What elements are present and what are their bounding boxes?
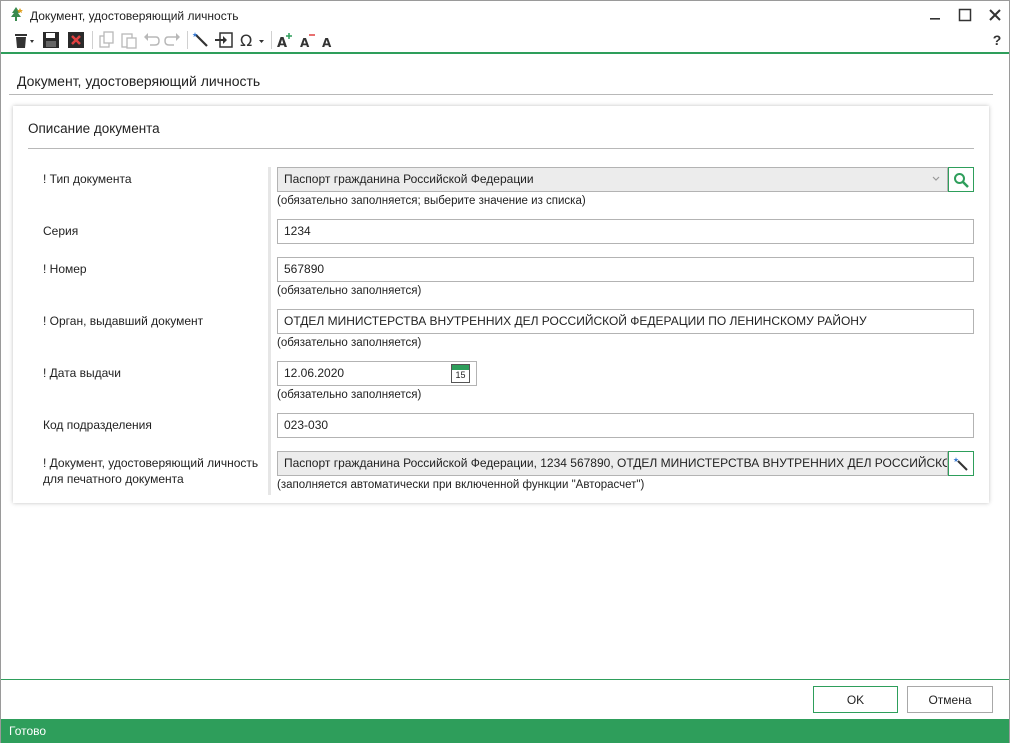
import-icon: [215, 32, 233, 48]
font-increase-icon: A: [277, 33, 292, 49]
ok-button[interactable]: OK: [813, 686, 898, 713]
toolbar: Ω A A A ?: [1, 28, 1009, 52]
font-default-icon: A: [322, 36, 332, 49]
issue-date-value: 12.06.2020: [284, 366, 345, 380]
issue-date-hint: (обязательно заполняется): [277, 389, 422, 401]
copy-button[interactable]: [97, 29, 117, 51]
print-doc-label: ! Документ, удостоверяющий личность для …: [43, 455, 258, 487]
calendar-icon[interactable]: 15: [451, 364, 470, 383]
minimize-icon: [930, 18, 940, 20]
chevron-down-icon[interactable]: [931, 168, 941, 191]
title-bar: Документ, удостоверяющий личность: [1, 1, 1009, 29]
save-button[interactable]: [41, 29, 61, 51]
issuer-hint: (обязательно заполняется): [277, 337, 422, 349]
save-close-icon: [68, 32, 84, 48]
font-decrease-icon: A: [300, 34, 315, 49]
save-close-button[interactable]: [66, 29, 86, 51]
calendar-day: 15: [455, 370, 466, 380]
toolbar-accent-line: [1, 52, 1009, 54]
minimize-button[interactable]: [921, 3, 949, 27]
series-label: Серия: [43, 224, 79, 238]
special-chars-button[interactable]: Ω: [239, 29, 267, 51]
undo-button[interactable]: [141, 29, 161, 51]
svg-text:A: A: [322, 36, 332, 49]
svg-text:A: A: [300, 36, 310, 49]
svg-text:A: A: [277, 36, 287, 49]
section-title: Описание документа: [28, 121, 160, 136]
trash-dropdown-icon: [15, 34, 34, 48]
print-doc-label-line1: ! Документ, удостоверяющий личность: [43, 456, 259, 470]
maximize-button[interactable]: [951, 3, 979, 27]
search-icon: [954, 172, 969, 188]
app-tree-icon: [7, 6, 25, 24]
issue-date-label: ! Дата выдачи: [43, 366, 121, 380]
svg-text:Ω: Ω: [240, 31, 252, 49]
section-divider: [28, 148, 974, 149]
delete-button[interactable]: [11, 29, 37, 51]
import-button[interactable]: [213, 29, 235, 51]
issue-date-input[interactable]: 12.06.2020 15: [277, 361, 477, 386]
division-code-label: Код подразделения: [43, 418, 152, 432]
issuer-input[interactable]: ОТДЕЛ МИНИСТЕРСТВА ВНУТРЕННИХ ДЕЛ РОССИЙ…: [277, 309, 974, 334]
document-description-panel: Описание документа ! Тип документа Паспо…: [13, 106, 989, 503]
copy-icon: [99, 31, 114, 48]
font-decrease-button[interactable]: A: [297, 29, 317, 51]
redo-icon: [164, 33, 180, 46]
issuer-label: ! Орган, выдавший документ: [43, 314, 204, 328]
omega-dropdown-icon: Ω: [240, 31, 264, 49]
print-doc-hint: (заполняется автоматически при включенно…: [277, 479, 645, 491]
maximize-icon: [958, 8, 972, 22]
magic-wand-icon: [192, 32, 208, 47]
doc-type-label: ! Тип документа: [43, 172, 132, 186]
dialog-window: Документ, удостоверяющий личность Ω A A …: [0, 0, 1010, 743]
cancel-button[interactable]: Отмена: [907, 686, 993, 713]
paste-icon: [121, 33, 137, 49]
undo-icon: [144, 33, 160, 46]
magic-wand-icon: [953, 456, 968, 471]
help-button[interactable]: ?: [989, 29, 1005, 51]
print-doc-input[interactable]: Паспорт гражданина Российской Федерации,…: [277, 451, 948, 476]
doc-type-hint: (обязательно заполняется; выберите значе…: [277, 195, 586, 207]
font-default-button[interactable]: A: [317, 29, 337, 51]
paste-button[interactable]: [119, 29, 139, 51]
division-code-input[interactable]: 023-030: [277, 413, 974, 438]
redo-button[interactable]: [163, 29, 183, 51]
label-column-divider: [268, 167, 271, 495]
page-title: Документ, удостоверяющий личность: [17, 73, 261, 89]
save-disk-icon: [43, 32, 59, 48]
print-doc-autocalc-button[interactable]: [948, 451, 974, 476]
autocalc-button[interactable]: [191, 29, 211, 51]
series-input[interactable]: 1234: [277, 219, 974, 244]
window-title: Документ, удостоверяющий личность: [30, 9, 239, 23]
font-increase-button[interactable]: A: [275, 29, 295, 51]
print-doc-label-line2: для печатного документа: [43, 472, 184, 486]
doc-type-search-button[interactable]: [948, 167, 974, 192]
number-label: ! Номер: [43, 262, 87, 276]
number-input[interactable]: 567890: [277, 257, 974, 282]
close-icon: [989, 9, 1001, 21]
doc-type-value: Паспорт гражданина Российской Федерации: [284, 172, 534, 186]
footer-divider: [1, 679, 1009, 680]
close-window-button[interactable]: [981, 3, 1009, 27]
heading-divider: [9, 94, 993, 95]
status-bar: Готово: [1, 719, 1009, 743]
number-hint: (обязательно заполняется): [277, 285, 422, 297]
doc-type-select[interactable]: Паспорт гражданина Российской Федерации: [277, 167, 948, 192]
